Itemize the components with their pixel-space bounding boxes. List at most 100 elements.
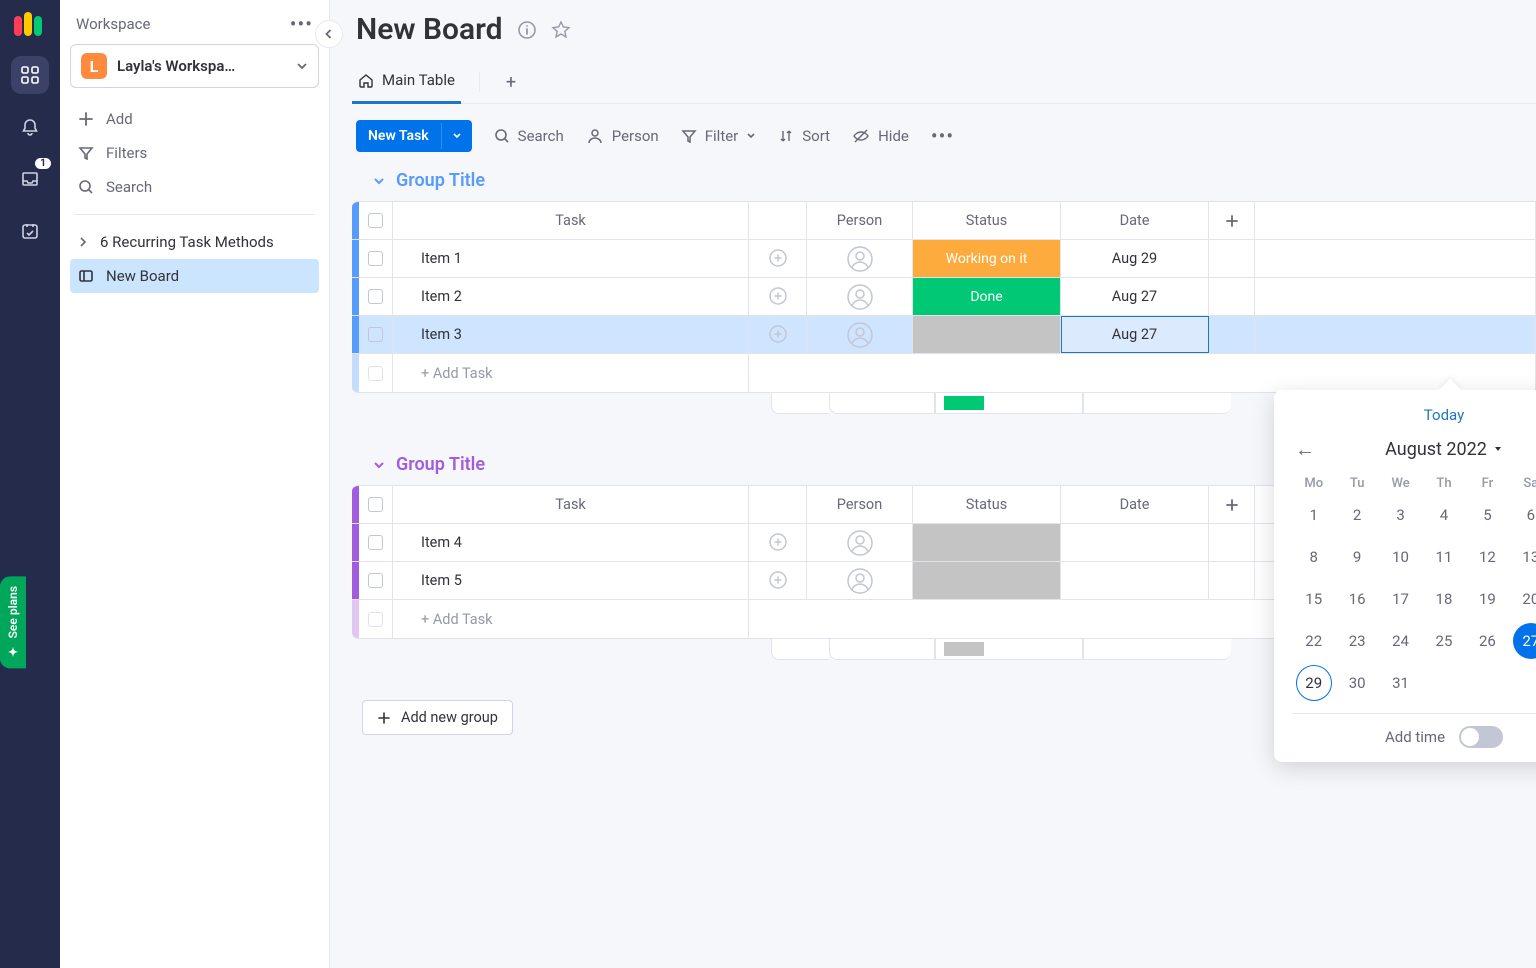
add-column-button[interactable] xyxy=(1209,486,1255,523)
rail-workspaces-icon[interactable] xyxy=(11,56,49,94)
star-icon[interactable] xyxy=(551,20,571,40)
sidebar-filters[interactable]: Filters xyxy=(70,136,319,170)
board-title[interactable]: New Board xyxy=(356,12,503,47)
calendar-day[interactable]: 6 xyxy=(1513,497,1536,533)
calendar-day[interactable]: 29 xyxy=(1296,665,1332,701)
table-row[interactable]: Item 3 Aug 27 xyxy=(352,316,1535,354)
toolbar-filter[interactable]: Filter xyxy=(681,127,757,145)
chat-icon[interactable] xyxy=(749,278,807,315)
add-task-label[interactable]: + Add Task xyxy=(393,600,749,638)
calendar-day[interactable]: 13 xyxy=(1513,539,1536,575)
select-all-checkbox[interactable] xyxy=(368,213,383,228)
calendar-day[interactable]: 30 xyxy=(1339,665,1375,701)
calendar-day[interactable]: 10 xyxy=(1383,539,1419,575)
sidebar-add[interactable]: Add xyxy=(70,102,319,136)
person-cell[interactable] xyxy=(807,278,913,315)
calendar-day[interactable]: 24 xyxy=(1383,623,1419,659)
calendar-day[interactable]: 25 xyxy=(1426,623,1462,659)
see-plans-button[interactable]: ✦ See plans xyxy=(0,576,26,668)
date-cell[interactable] xyxy=(1061,562,1209,599)
calendar-day[interactable]: 27 xyxy=(1513,623,1536,659)
group-title[interactable]: Group Title xyxy=(352,170,1536,201)
calendar-day[interactable]: 12 xyxy=(1469,539,1505,575)
calendar-month-selector[interactable]: August 2022 xyxy=(1385,439,1503,460)
sidebar-search[interactable]: Search xyxy=(70,170,319,204)
add-tab-button[interactable]: + xyxy=(498,72,524,93)
calendar-day[interactable]: 18 xyxy=(1426,581,1462,617)
sidebar-item-recurring[interactable]: 6 Recurring Task Methods xyxy=(70,225,319,259)
select-all-checkbox[interactable] xyxy=(368,497,383,512)
calendar-day[interactable]: 23 xyxy=(1339,623,1375,659)
person-cell[interactable] xyxy=(807,316,913,353)
status-cell[interactable]: Done xyxy=(913,278,1061,315)
toolbar-sort[interactable]: Sort xyxy=(778,127,830,145)
date-cell[interactable]: Aug 29 xyxy=(1061,240,1209,277)
calendar-day[interactable]: 5 xyxy=(1469,497,1505,533)
calendar-day[interactable]: 31 xyxy=(1383,665,1419,701)
date-cell[interactable]: Aug 27 xyxy=(1061,316,1209,353)
workspace-selector[interactable]: L Layla's Workspa… xyxy=(70,44,319,88)
person-cell[interactable] xyxy=(807,562,913,599)
info-icon[interactable] xyxy=(517,20,537,40)
toolbar-person[interactable]: Person xyxy=(586,127,659,145)
rail-notifications-icon[interactable] xyxy=(11,108,49,146)
calendar-day[interactable]: 11 xyxy=(1426,539,1462,575)
new-task-dropdown[interactable] xyxy=(441,123,472,149)
add-column-button[interactable] xyxy=(1209,202,1255,239)
calendar-day[interactable]: 19 xyxy=(1469,581,1505,617)
row-checkbox[interactable] xyxy=(368,327,383,342)
status-cell[interactable] xyxy=(913,562,1061,599)
col-date[interactable]: Date xyxy=(1061,202,1209,239)
row-checkbox[interactable] xyxy=(368,289,383,304)
date-cell[interactable]: Aug 27 xyxy=(1061,278,1209,315)
sidebar-menu-icon[interactable]: ••• xyxy=(290,12,313,36)
date-cell[interactable] xyxy=(1061,524,1209,561)
col-task[interactable]: Task xyxy=(393,486,749,523)
task-name-cell[interactable]: Item 5 xyxy=(393,562,749,599)
calendar-day[interactable]: 8 xyxy=(1296,539,1332,575)
chat-icon[interactable] xyxy=(749,316,807,353)
calendar-day[interactable]: 22 xyxy=(1296,623,1332,659)
add-task-label[interactable]: + Add Task xyxy=(393,354,749,392)
calendar-day[interactable]: 4 xyxy=(1426,497,1462,533)
calendar-day[interactable]: 20 xyxy=(1513,581,1536,617)
calendar-today-link[interactable]: Today xyxy=(1424,406,1464,424)
new-task-button[interactable]: New Task xyxy=(356,120,472,152)
calendar-day[interactable]: 26 xyxy=(1469,623,1505,659)
person-cell[interactable] xyxy=(807,240,913,277)
col-person[interactable]: Person xyxy=(807,486,913,523)
col-status[interactable]: Status xyxy=(913,202,1061,239)
status-cell[interactable]: Working on it xyxy=(913,240,1061,277)
col-task[interactable]: Task xyxy=(393,202,749,239)
row-checkbox[interactable] xyxy=(368,251,383,266)
col-date[interactable]: Date xyxy=(1061,486,1209,523)
add-task-row[interactable]: + Add Task xyxy=(352,354,1535,392)
chat-icon[interactable] xyxy=(749,524,807,561)
task-name-cell[interactable]: Item 3 xyxy=(393,316,749,353)
sidebar-item-newboard[interactable]: New Board xyxy=(70,259,319,293)
calendar-day[interactable]: 3 xyxy=(1383,497,1419,533)
calendar-day[interactable]: 16 xyxy=(1339,581,1375,617)
status-cell[interactable] xyxy=(913,524,1061,561)
chat-icon[interactable] xyxy=(749,240,807,277)
toolbar-hide[interactable]: Hide xyxy=(852,127,909,145)
row-checkbox[interactable] xyxy=(368,535,383,550)
task-name-cell[interactable]: Item 1 xyxy=(393,240,749,277)
table-row[interactable]: Item 1 Working on it Aug 29 xyxy=(352,240,1535,278)
task-name-cell[interactable]: Item 4 xyxy=(393,524,749,561)
calendar-day[interactable]: 9 xyxy=(1339,539,1375,575)
calendar-day[interactable]: 15 xyxy=(1296,581,1332,617)
toolbar-search[interactable]: Search xyxy=(494,127,564,145)
rail-inbox-icon[interactable]: 1 xyxy=(11,160,49,198)
add-time-toggle[interactable] xyxy=(1459,726,1503,748)
task-name-cell[interactable]: Item 2 xyxy=(393,278,749,315)
row-checkbox[interactable] xyxy=(368,573,383,588)
chat-icon[interactable] xyxy=(749,562,807,599)
calendar-prev-month[interactable]: ← xyxy=(1292,436,1318,462)
col-status[interactable]: Status xyxy=(913,486,1061,523)
add-group-button[interactable]: Add new group xyxy=(362,700,513,735)
person-cell[interactable] xyxy=(807,524,913,561)
tab-main-table[interactable]: Main Table xyxy=(352,61,461,104)
calendar-day[interactable]: 2 xyxy=(1339,497,1375,533)
rail-mywork-icon[interactable] xyxy=(11,212,49,250)
